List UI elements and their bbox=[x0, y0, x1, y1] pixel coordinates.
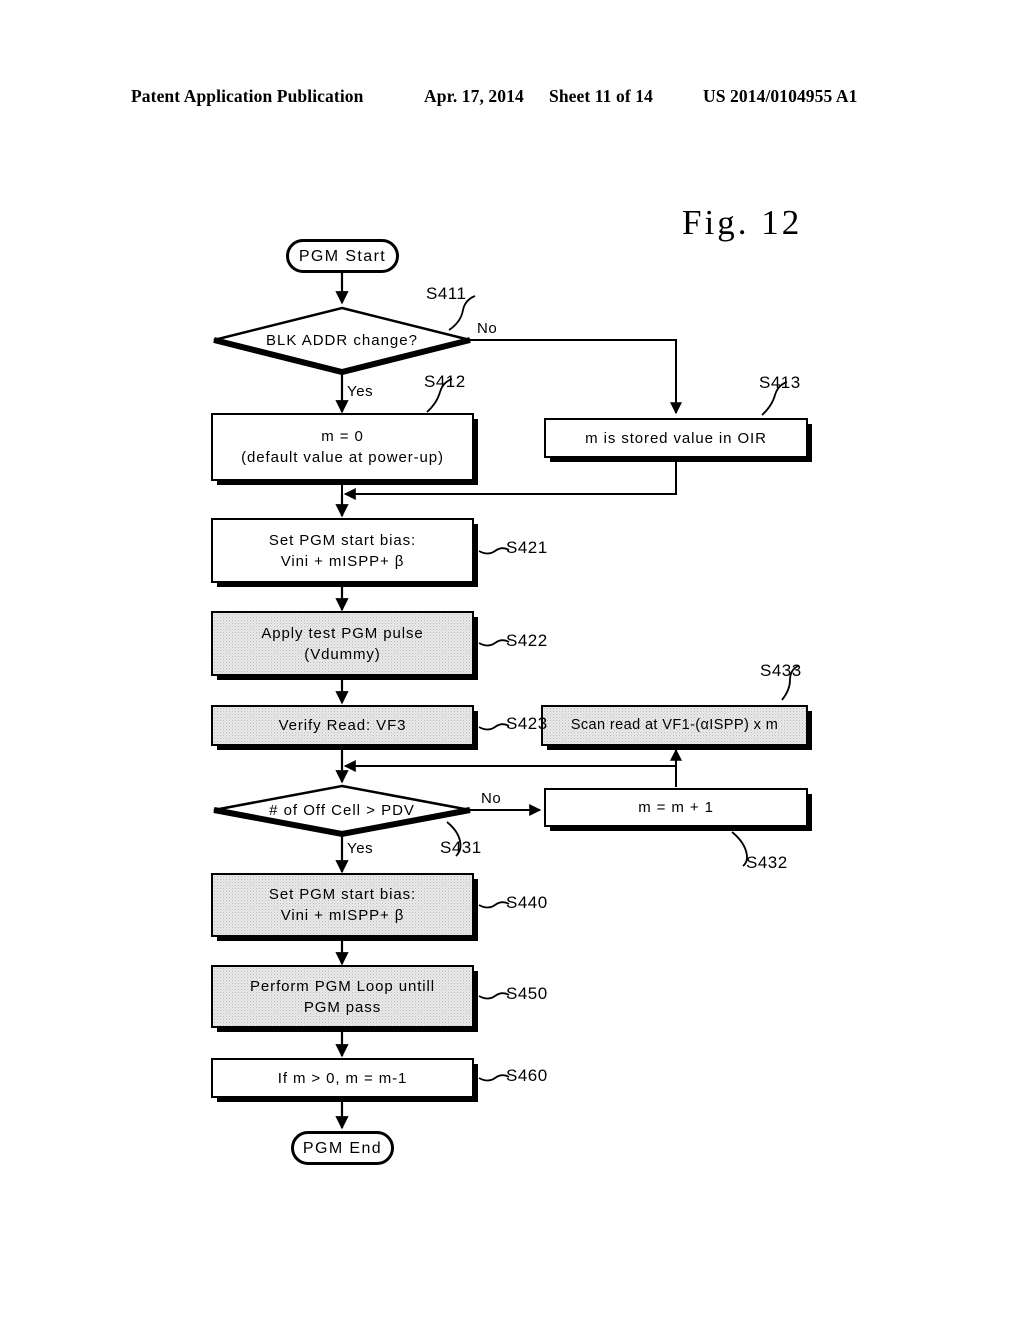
branch-label-s431-no: No bbox=[481, 790, 502, 807]
ref-s422: S422 bbox=[506, 631, 548, 650]
ref-s460: S460 bbox=[506, 1066, 548, 1085]
ref-s412: S412 bbox=[424, 372, 466, 391]
node-s432[interactable]: m = m + 1 bbox=[544, 788, 808, 827]
branch-label-s411-yes: Yes bbox=[347, 383, 374, 400]
node-s431-label[interactable]: # of Off Cell > PDV bbox=[214, 798, 470, 822]
node-pgm-end[interactable]: PGM End bbox=[291, 1131, 394, 1165]
ref-s431: S431 bbox=[440, 838, 482, 857]
node-s433[interactable]: Scan read at VF1-(αISPP) x m bbox=[541, 705, 808, 746]
node-s450[interactable]: Perform PGM Loop untill PGM pass bbox=[211, 965, 474, 1028]
ref-s411: S411 bbox=[426, 284, 467, 303]
ref-s413: S413 bbox=[759, 373, 801, 392]
node-s440[interactable]: Set PGM start bias: Vini + mISPP+ β bbox=[211, 873, 474, 937]
flowchart-connectors bbox=[213, 272, 799, 1130]
node-s413[interactable]: m is stored value in OIR bbox=[544, 418, 808, 458]
ref-s450: S450 bbox=[506, 984, 548, 1003]
node-s412[interactable]: m = 0 (default value at power-up) bbox=[211, 413, 474, 481]
branch-label-s431-yes: Yes bbox=[347, 840, 374, 857]
branch-label-s411-no: No bbox=[477, 320, 498, 337]
ref-s440: S440 bbox=[506, 893, 548, 912]
node-s423[interactable]: Verify Read: VF3 bbox=[211, 705, 474, 746]
node-s422[interactable]: Apply test PGM pulse (Vdummy) bbox=[211, 611, 474, 676]
ref-s421: S421 bbox=[506, 538, 548, 557]
node-s411-label[interactable]: BLK ADDR change? bbox=[214, 328, 470, 352]
node-s421[interactable]: Set PGM start bias: Vini + mISPP+ β bbox=[211, 518, 474, 583]
ref-s432: S432 bbox=[746, 853, 788, 872]
node-s460[interactable]: If m > 0, m = m-1 bbox=[211, 1058, 474, 1098]
flowchart: PGM Start BLK ADDR change? m = 0 (defaul… bbox=[0, 0, 1024, 1320]
ref-s433: S433 bbox=[760, 661, 802, 680]
ref-s423: S423 bbox=[506, 714, 548, 733]
node-pgm-start[interactable]: PGM Start bbox=[286, 239, 399, 273]
